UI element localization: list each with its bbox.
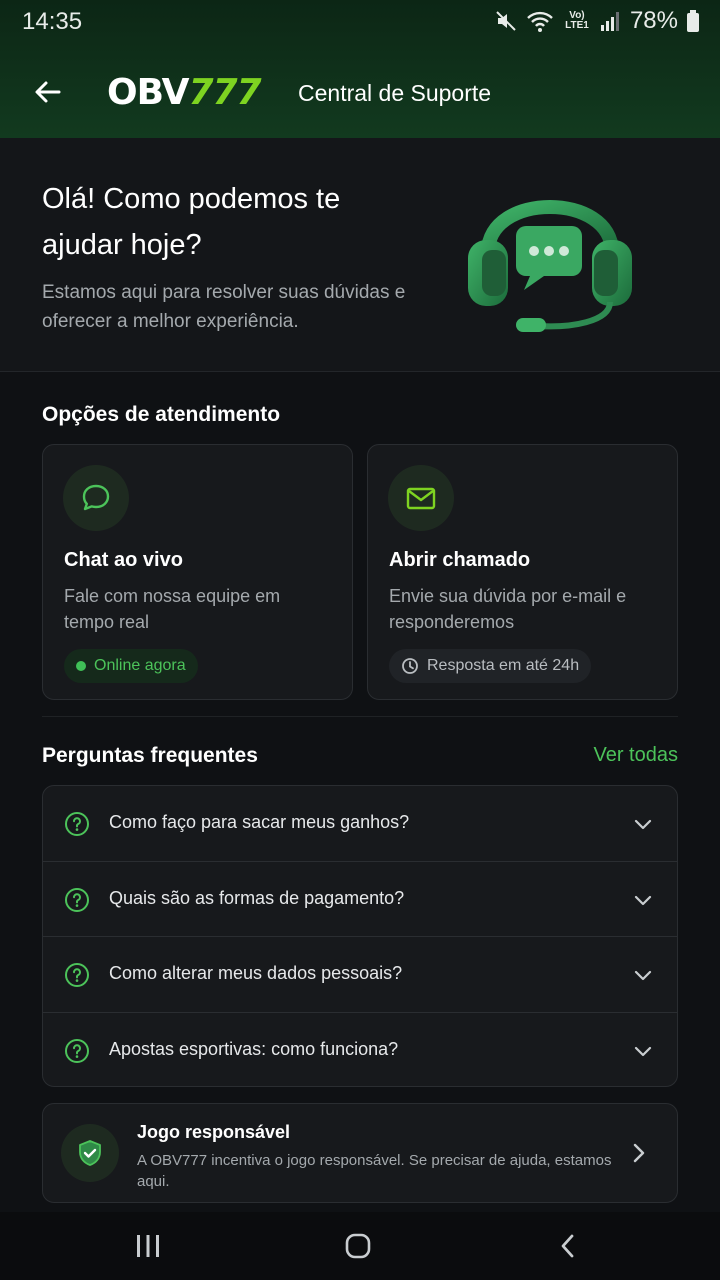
top-header: 14:35 Vo) LTE1 78% OBV 777 Central de Sup… [0,0,720,138]
options-heading: Opções de atendimento [42,403,281,426]
clock-icon [402,658,418,674]
signal-icon [600,10,622,32]
recent-apps-button[interactable] [128,1230,168,1262]
question-circle-icon [65,887,89,912]
logo-text-white: OBV [107,71,189,113]
headset-illustration-icon [468,200,632,332]
question-circle-icon [65,812,89,836]
chevron-down-icon [634,819,652,830]
chat-card-description: Fale com nossa equipe em tempo real [64,586,281,632]
battery-percent: 78% [629,7,678,34]
response-time-label: Resposta em até 24h [427,657,580,674]
home-icon [345,1233,371,1259]
chat-card-title: Chat ao vivo [64,549,183,571]
mute-icon [494,9,518,33]
faq-item[interactable]: Apostas esportivas: como funciona? [43,1013,677,1087]
faq-list: Como faço para sacar meus ganhos? Quais … [42,785,678,1087]
response-time-badge: Resposta em até 24h [389,649,592,683]
faq-item[interactable]: Como faço para sacar meus ganhos? [43,786,677,862]
responsible-title: Jogo responsável [137,1122,291,1142]
hero-banner: Olá! Como podemos te ajudar hoje? Estamo… [0,138,720,372]
system-back-button[interactable] [548,1230,588,1262]
mail-icon [406,487,436,510]
chat-bubble-icon [82,484,110,511]
faq-question: Apostas esportivas: como funciona? [109,1038,399,1059]
online-dot-icon [76,661,86,671]
shield-check-icon [79,1140,101,1166]
network-type: Vo) LTE1 [565,10,589,31]
battery-icon [686,9,700,33]
chevron-down-icon [634,1046,652,1056]
recent-apps-icon [137,1235,159,1257]
chat-icon-circle [63,465,129,531]
ticket-card-title: Abrir chamado [389,549,531,571]
mail-icon-circle [388,465,454,531]
chevron-right-icon [633,1143,645,1163]
chevron-left-icon [561,1234,574,1258]
question-circle-icon [65,963,89,987]
system-nav-bar [0,1212,720,1280]
see-all-link[interactable]: Ver todas [593,744,678,767]
home-button[interactable] [338,1230,378,1262]
ticket-card-description: Envie sua dúvida por e-mail e respondere… [389,586,627,632]
app-bar: OBV 777 Central de Suporte [0,52,720,136]
faq-question: Como alterar meus dados pessoais? [109,963,403,983]
status-bar: 14:35 Vo) LTE1 78% [0,0,720,42]
faq-item[interactable]: Como alterar meus dados pessoais? [43,937,677,1013]
status-time: 14:35 [22,8,83,35]
responsible-description: A OBV777 incentiva o jogo responsável. S… [137,1152,612,1190]
faq-item[interactable]: Quais são as formas de pagamento? [43,862,677,937]
faq-question: Quais são as formas de pagamento? [109,887,405,908]
shield-icon-circle [61,1124,119,1182]
section-divider [42,716,678,717]
chevron-down-icon [634,970,652,981]
wifi-icon [526,9,554,33]
question-circle-icon [65,1038,89,1063]
online-status-badge: Online agora [64,649,198,683]
hero-subtitle: Estamos aqui para resolver suas dúvidas … [42,282,406,332]
logo-text-green: 777 [188,71,261,113]
back-button[interactable] [28,72,68,112]
responsible-gaming-card[interactable]: Jogo responsável A OBV777 incentiva o jo… [42,1103,678,1203]
chevron-down-icon [634,895,652,905]
hero-title: Olá! Como podemos te ajudar hoje? [42,183,341,261]
page-title: Central de Suporte [298,80,492,106]
arrow-left-icon [35,81,61,103]
online-status-label: Online agora [94,657,186,674]
brand-logo[interactable]: OBV 777 [107,71,262,113]
status-icons: Vo) LTE1 78% [494,7,700,35]
faq-question: Como faço para sacar meus ganhos? [109,812,410,832]
chat-live-card[interactable]: Chat ao vivo Fale com nossa equipe em te… [42,444,353,700]
faq-heading: Perguntas frequentes [42,744,258,767]
open-ticket-card[interactable]: Abrir chamado Envie sua dúvida por e-mai… [367,444,678,700]
